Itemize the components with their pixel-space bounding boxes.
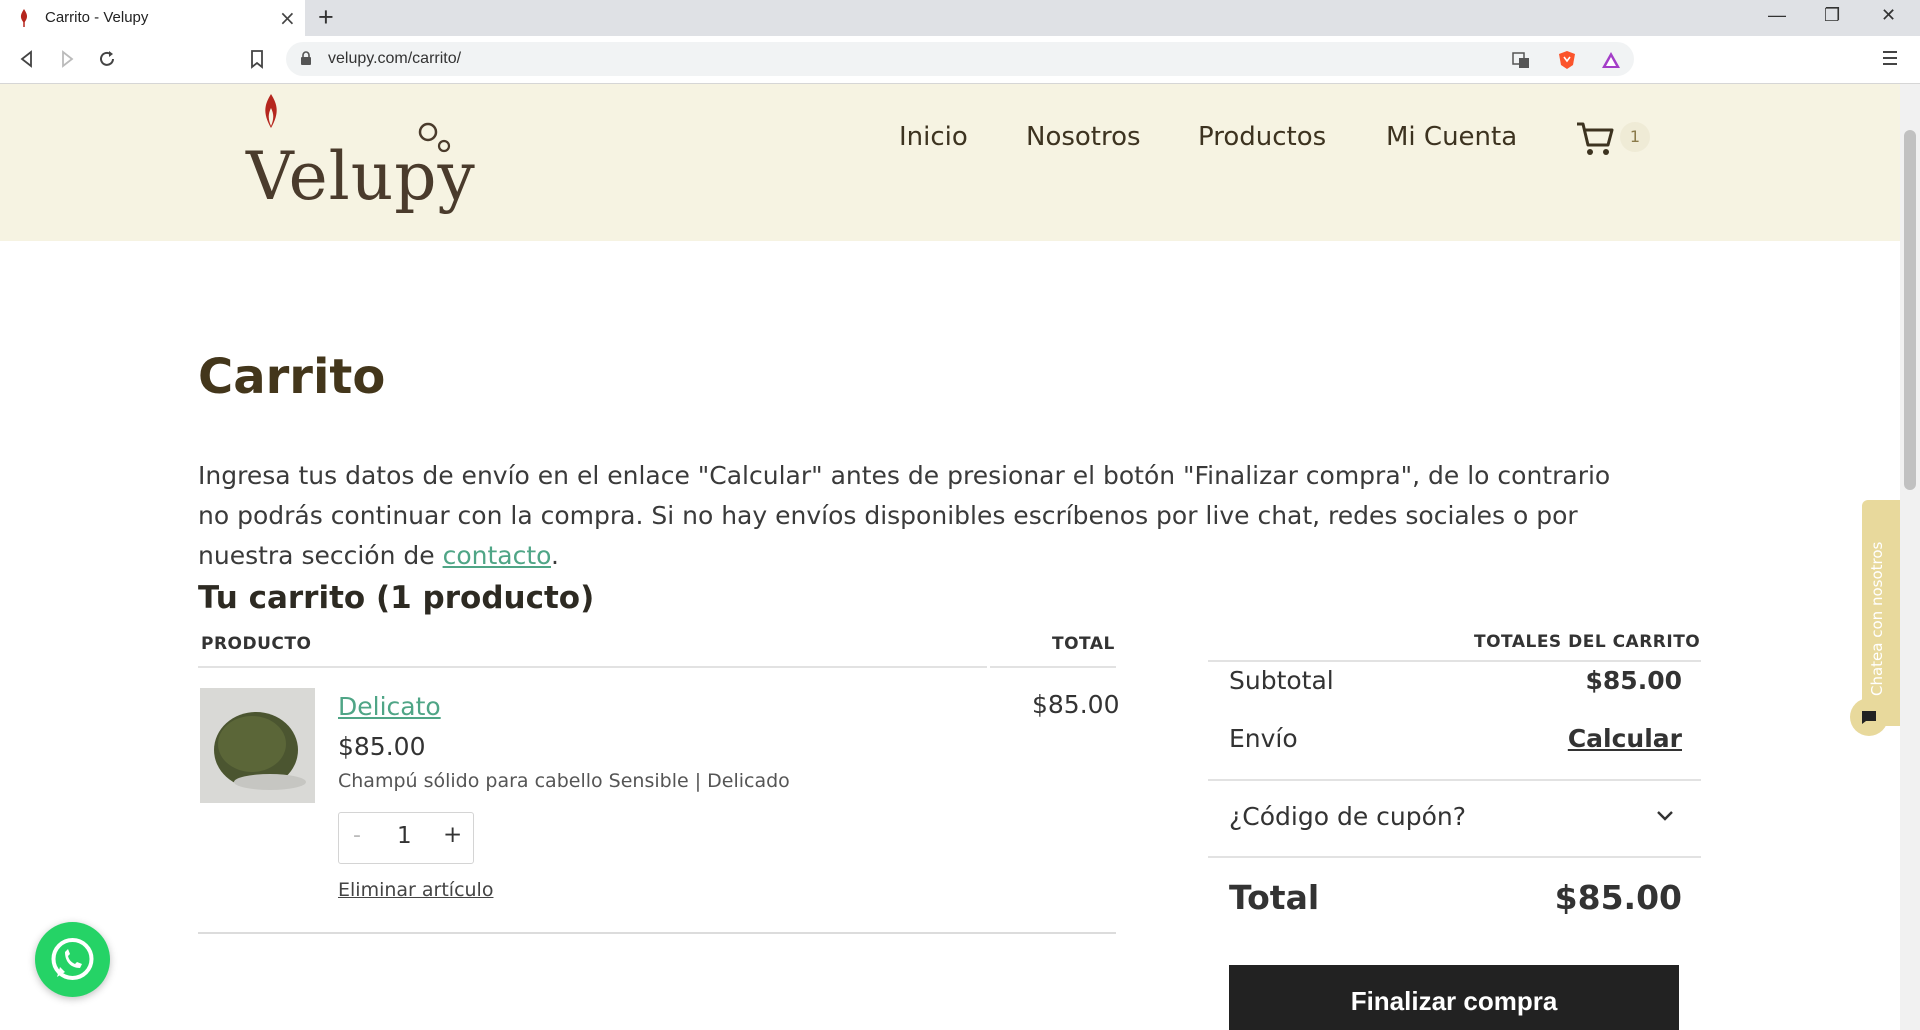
browser-toolbar: velupy.com/carrito/ — [0, 36, 1920, 84]
totals-divider — [1208, 660, 1701, 662]
contact-link[interactable]: contacto — [443, 541, 551, 570]
brave-shield-icon[interactable] — [1556, 49, 1578, 71]
site-header: Velupy Inicio Nosotros Productos Mi Cuen… — [0, 84, 1900, 241]
qty-decrease-button[interactable]: - — [353, 823, 361, 848]
forward-icon[interactable] — [56, 48, 78, 70]
new-tab-button[interactable]: + — [318, 2, 334, 33]
chat-bubble[interactable] — [1850, 698, 1888, 736]
translate-icon[interactable] — [1510, 49, 1532, 71]
qty-input[interactable]: 1 — [397, 823, 412, 849]
close-window-button[interactable]: ✕ — [1881, 5, 1896, 26]
notice-text: Ingresa tus datos de envío en el enlace … — [198, 461, 1611, 570]
favicon-icon — [20, 9, 28, 27]
nav-productos[interactable]: Productos — [1198, 122, 1326, 152]
column-product-header: PRODUCTO — [201, 634, 312, 654]
cart-totals-heading: TOTALES DEL CARRITO — [1474, 632, 1701, 652]
brave-rewards-icon[interactable] — [1600, 49, 1622, 71]
calculate-shipping-link[interactable]: Calcular — [1568, 724, 1682, 753]
qty-increase-button[interactable]: + — [443, 822, 462, 848]
totals-divider — [1208, 779, 1701, 781]
reload-icon[interactable] — [96, 48, 118, 70]
product-description: Champú sólido para cabello Sensible | De… — [338, 770, 790, 792]
shipping-notice: Ingresa tus datos de envío en el enlace … — [198, 456, 1638, 576]
cart-heading: Tu carrito (1 producto) — [198, 580, 595, 616]
product-thumbnail[interactable] — [200, 688, 315, 803]
totals-divider — [1208, 856, 1701, 858]
scrollbar-thumb[interactable] — [1904, 130, 1916, 490]
line-total: $85.00 — [1032, 690, 1120, 719]
product-name-link[interactable]: Delicato — [338, 692, 441, 721]
nav-mi-cuenta[interactable]: Mi Cuenta — [1386, 122, 1517, 152]
chat-tab-label: Chatea con nosotros — [1868, 541, 1886, 696]
quantity-stepper: - 1 + — [338, 812, 474, 864]
remove-item-link[interactable]: Eliminar artículo — [338, 879, 493, 901]
row-divider — [198, 932, 1116, 934]
nav-nosotros[interactable]: Nosotros — [1026, 122, 1141, 152]
checkout-button[interactable]: Finalizar compra — [1229, 965, 1679, 1030]
column-total-header: TOTAL — [1052, 634, 1115, 654]
page-title: Carrito — [198, 349, 386, 405]
chevron-down-icon[interactable] — [1656, 810, 1674, 822]
notice-end: . — [551, 541, 559, 570]
flame-icon — [265, 94, 277, 128]
bookmark-icon[interactable] — [246, 48, 268, 70]
header-divider — [990, 666, 1116, 668]
coupon-toggle[interactable]: ¿Código de cupón? — [1229, 802, 1466, 831]
total-value: $85.00 — [1554, 878, 1682, 917]
nav-inicio[interactable]: Inicio — [899, 122, 968, 152]
subtotal-label: Subtotal — [1229, 666, 1334, 695]
subtotal-value: $85.00 — [1585, 666, 1682, 695]
minimize-button[interactable]: — — [1768, 5, 1786, 26]
tab-title: Carrito - Velupy — [45, 9, 149, 26]
shampoo-bar-image — [200, 688, 315, 803]
product-price: $85.00 — [338, 732, 426, 761]
shipping-label: Envío — [1229, 724, 1298, 753]
cart-icon[interactable] — [1575, 118, 1615, 158]
header-divider — [198, 666, 987, 668]
page-viewport: Velupy Inicio Nosotros Productos Mi Cuen… — [0, 84, 1900, 1030]
lock-icon — [301, 51, 311, 65]
tab-close-icon[interactable]: × — [279, 6, 296, 30]
menu-icon[interactable] — [1880, 48, 1900, 68]
back-icon[interactable] — [16, 48, 38, 70]
chat-tab[interactable]: Chatea con nosotros — [1862, 500, 1900, 726]
logo-text: Velupy — [246, 138, 476, 215]
chat-icon — [1862, 711, 1876, 724]
browser-tab[interactable]: Carrito - Velupy × — [0, 0, 305, 36]
browser-tabstrip: Carrito - Velupy × + — ❐ ✕ — [0, 0, 1920, 36]
address-bar[interactable]: velupy.com/carrito/ — [286, 42, 1634, 76]
whatsapp-icon — [51, 938, 94, 980]
cart-count-badge[interactable]: 1 — [1620, 122, 1650, 152]
total-label: Total — [1229, 878, 1320, 917]
url-text: velupy.com/carrito/ — [328, 50, 462, 67]
whatsapp-button[interactable] — [35, 922, 110, 997]
restore-button[interactable]: ❐ — [1824, 5, 1840, 26]
